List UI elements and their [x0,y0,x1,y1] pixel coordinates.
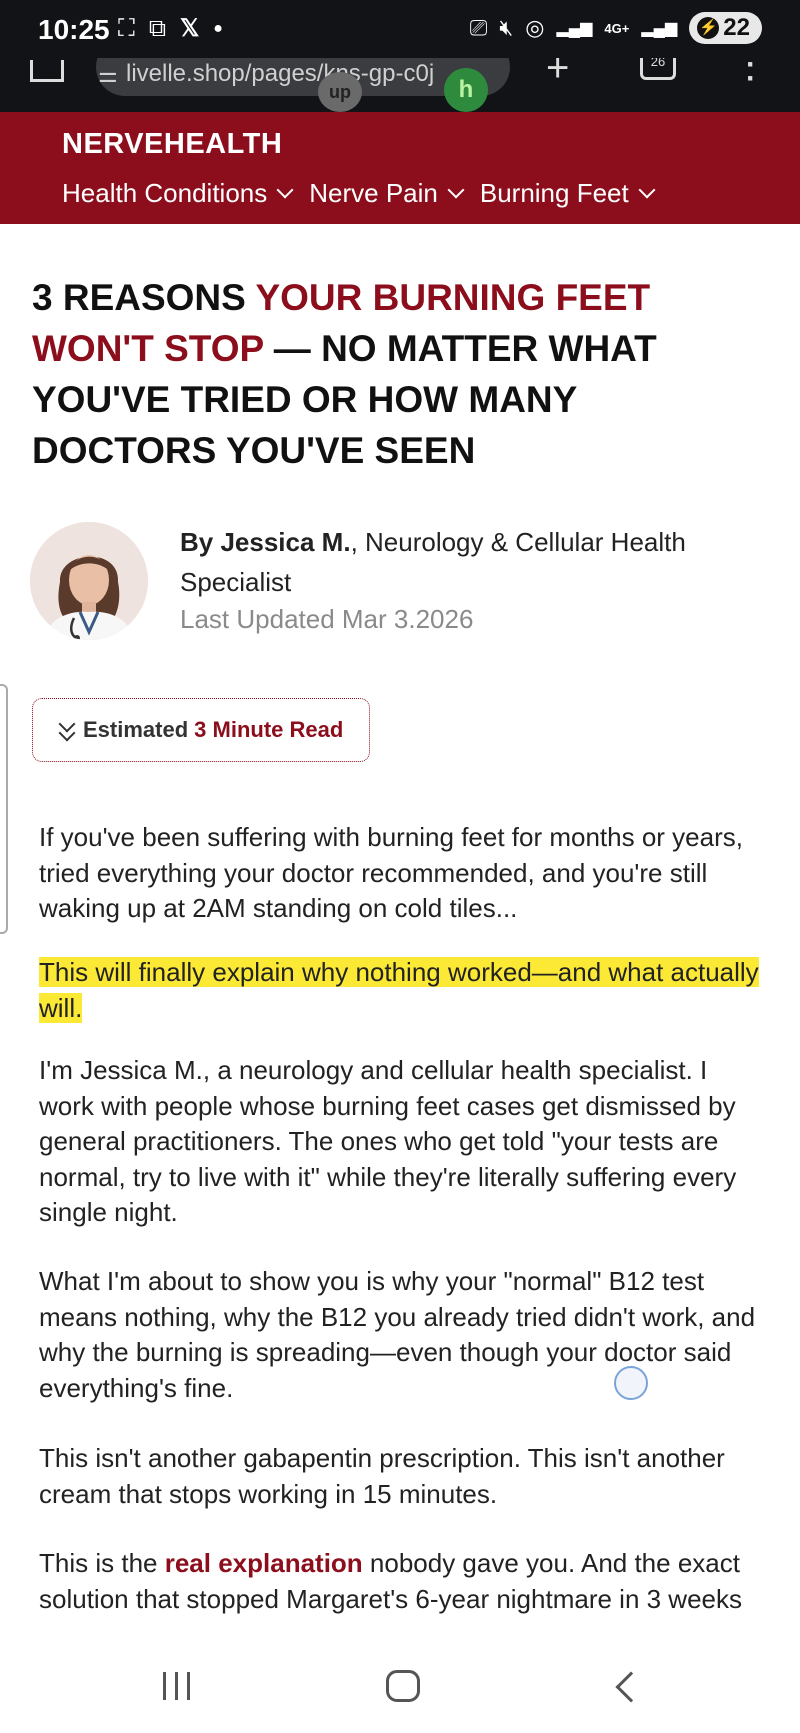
battery-indicator: ⚡ 22 [689,12,762,44]
paragraph-author-intro: I'm Jessica M., a neurology and cellular… [39,1055,737,1227]
paragraph-highlight: This will finally explain why nothing wo… [39,955,769,1026]
new-tab-icon[interactable]: + [546,58,569,91]
hotspot-icon: ◎ [525,15,545,40]
notification-icons: ⛶ ⧉ 𝕏 ● [118,14,223,43]
system-navigation-bar [0,1632,800,1733]
battery-level: 22 [723,14,750,41]
signal-icon-2: ▂▄▆ [641,20,678,37]
site-settings-icon[interactable]: ⚌ [98,62,118,88]
chevron-down-icon [638,181,656,198]
site-header: NERVEHEALTH Health Conditions Nerve Pain… [0,112,800,224]
read-time: 3 Minute Read [194,717,344,742]
extension-h-icon[interactable]: h [444,68,488,112]
scroll-indicator [0,684,8,934]
headline-part-1: 3 REASONS [32,277,256,318]
real-explanation-emphasis: real explanation [164,1548,363,1578]
nav-health-conditions[interactable]: Health Conditions [62,178,294,209]
x-app-icon: 𝕏 [179,15,200,42]
last-updated: Last Updated Mar 3.2026 [180,604,474,634]
paragraph-not-another: This isn't another gabapentin prescripti… [39,1443,725,1509]
read-label: Estimated [83,717,189,742]
double-chevron-down-icon [57,719,77,741]
author-name[interactable]: By Jessica M. [180,527,351,557]
paragraph-intro: If you've been suffering with burning fe… [39,822,743,923]
author-byline: By Jessica M., Neurology & Cellular Heal… [180,522,760,602]
nav-label: Health Conditions [62,178,268,208]
dot-icon: ● [213,19,223,37]
extension-up-icon[interactable]: up [318,72,362,112]
author-photo [30,522,148,640]
chevron-down-icon [447,181,465,198]
more-options-icon[interactable]: · · [746,58,756,94]
text-segment: This is the [39,1548,165,1578]
cast-icon: ⎚ [469,15,488,40]
nav-label: Burning Feet [479,178,629,208]
network-type: 4G+ [604,20,630,36]
site-logo[interactable]: NERVEHEALTH [62,128,282,161]
status-bar: 10:25 ⛶ ⧉ 𝕏 ● ⎚ 🔇︎ ◎ ▂▄▆ 4G+ ▂▄▆ ⚡ 22 [0,0,800,58]
charging-icon: ⚡ [697,17,720,39]
author-avatar [30,522,148,640]
nav-label: Nerve Pain [309,178,438,208]
main-nav: Health Conditions Nerve Pain Burning Fee… [62,178,656,209]
mute-icon: 🔇︎ [499,15,514,40]
highlighted-text: This will finally explain why nothing wo… [39,957,759,1023]
article-headline: 3 REASONS YOUR BURNING FEET WON'T STOP —… [32,272,752,476]
screenshot-icon: ⛶ [118,14,135,42]
nav-nerve-pain[interactable]: Nerve Pain [309,178,465,209]
screen-record-icon: ⧉ [148,14,166,42]
browser-toolbar: ⚌ livelle.shop/pages/kns-gp-c0j up h + 2… [0,58,800,112]
touch-indicator [614,1366,648,1400]
tab-count-button[interactable]: 26 [640,58,676,80]
chevron-down-icon [276,181,294,198]
clock: 10:25 [38,14,110,45]
paragraph-real-explanation: This is the real explanation nobody gave… [39,1546,769,1617]
back-icon[interactable] [615,1671,647,1703]
signal-icon: ▂▄▆ [556,20,593,37]
home-icon[interactable] [30,60,64,82]
recent-apps-icon[interactable] [163,1672,190,1700]
url-text[interactable]: livelle.shop/pages/kns-gp-c0j [126,60,434,88]
read-time-badge: Estimated 3 Minute Read [32,698,370,762]
home-button-icon[interactable] [386,1670,420,1702]
system-icons: ⎚ 🔇︎ ◎ ▂▄▆ 4G+ ▂▄▆ ⚡ 22 [470,12,762,44]
paragraph-b12: What I'm about to show you is why your "… [39,1266,756,1403]
nav-burning-feet[interactable]: Burning Feet [479,178,656,209]
